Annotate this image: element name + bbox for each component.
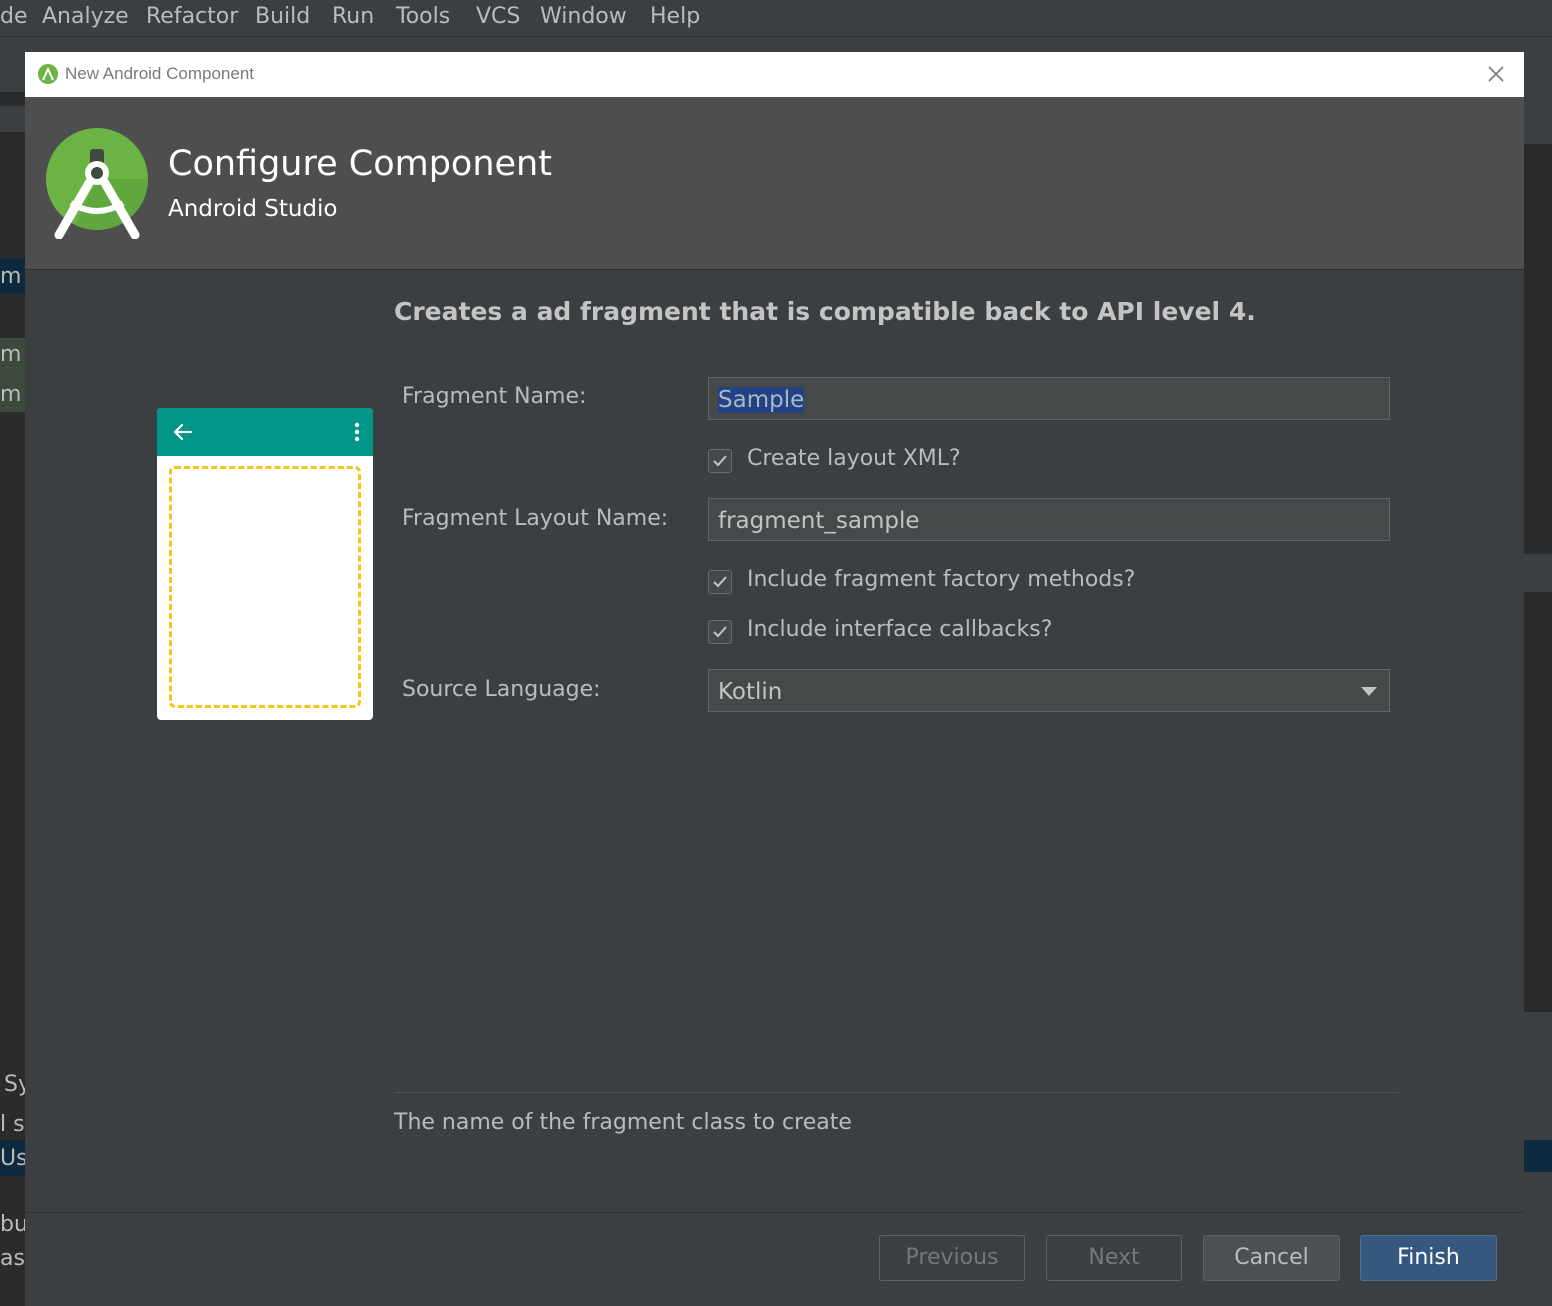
ide-menubar: de Analyze Refactor Build Run Tools VCS …: [0, 0, 1552, 36]
ide-fragment: m: [0, 382, 22, 407]
create-layout-label: Create layout XML?: [747, 446, 961, 471]
fragment-name-input[interactable]: Sample: [708, 377, 1390, 420]
cancel-button[interactable]: Cancel: [1203, 1235, 1340, 1281]
ide-fragment: as: [0, 1246, 25, 1271]
ide-fragment: m: [0, 342, 22, 367]
menu-item-analyze[interactable]: Analyze: [42, 4, 129, 29]
menu-item-window[interactable]: Window: [540, 4, 627, 29]
previous-button[interactable]: Previous: [879, 1235, 1025, 1281]
ide-project-panel: nai m m m Sy l su Us bu as: [0, 92, 25, 1306]
checkmark-icon: [713, 576, 727, 588]
preview-app-bar: [157, 408, 373, 456]
menu-item-run[interactable]: Run: [332, 4, 374, 29]
finish-button[interactable]: Finish: [1360, 1235, 1497, 1281]
interface-callbacks-label: Include interface callbacks?: [747, 617, 1053, 642]
ide-fragment: bu: [0, 1212, 25, 1237]
ide-fragment: Us: [0, 1146, 25, 1171]
checkmark-icon: [713, 455, 727, 467]
android-studio-small-icon: [38, 64, 58, 84]
menu-item-vcs[interactable]: VCS: [476, 4, 520, 29]
dialog-window-title: New Android Component: [65, 64, 255, 83]
menu-item-build[interactable]: Build: [255, 4, 310, 29]
checkmark-icon: [713, 626, 727, 638]
new-android-component-dialog: New Android Component Configure Componen…: [25, 52, 1524, 1303]
ide-fragment: l su: [0, 1112, 25, 1137]
menu-item-refactor[interactable]: Refactor: [146, 4, 238, 29]
ide-fragment: m: [0, 264, 22, 289]
factory-methods-label: Include fragment factory methods?: [747, 567, 1136, 592]
menu-item-help[interactable]: Help: [650, 4, 700, 29]
dropdown-arrow-icon: [1361, 687, 1377, 696]
fragment-placeholder-frame: [169, 466, 361, 708]
android-studio-logo: [46, 128, 148, 239]
fragment-preview: [157, 408, 373, 720]
template-description: Creates a ad fragment that is compatible…: [394, 297, 1256, 326]
fragment-name-value: Sample: [718, 387, 805, 413]
menu-item-tools[interactable]: Tools: [396, 4, 450, 29]
next-button[interactable]: Next: [1046, 1235, 1182, 1281]
dialog-footer: Previous Next Cancel Finish: [25, 1212, 1524, 1303]
menu-item-code[interactable]: de: [0, 4, 28, 29]
help-text: The name of the fragment class to create: [394, 1110, 852, 1135]
fragment-layout-name-value: fragment_sample: [718, 508, 920, 534]
fragment-layout-name-label: Fragment Layout Name:: [402, 506, 669, 531]
fragment-layout-name-input[interactable]: fragment_sample: [708, 498, 1390, 541]
help-separator: [394, 1092, 1399, 1093]
ide-right-panel: [1524, 92, 1552, 1306]
ide-fragment: Sy: [4, 1072, 25, 1097]
dialog-header: Configure Component Android Studio: [25, 97, 1524, 270]
back-arrow-icon: [173, 423, 193, 441]
fragment-name-label: Fragment Name:: [402, 384, 587, 409]
ide-panel-icon: [0, 106, 25, 132]
dialog-heading: Configure Component: [168, 144, 552, 184]
source-language-label: Source Language:: [402, 677, 601, 702]
source-language-value: Kotlin: [718, 679, 783, 705]
dialog-subheading: Android Studio: [168, 196, 338, 222]
more-vert-icon: [354, 422, 360, 442]
close-icon[interactable]: [1482, 60, 1510, 88]
dialog-titlebar: New Android Component: [25, 52, 1524, 97]
source-language-select[interactable]: Kotlin: [708, 669, 1390, 712]
